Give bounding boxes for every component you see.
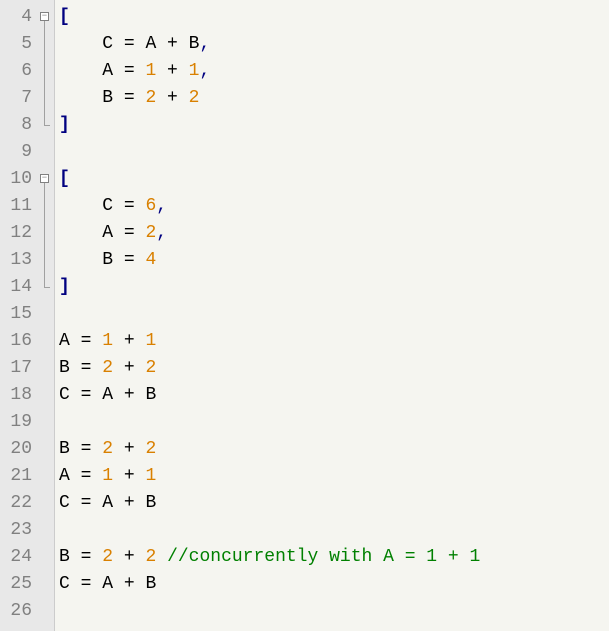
fold-cell <box>38 544 54 571</box>
fold-cell <box>38 112 54 139</box>
line-number: 23 <box>4 517 32 544</box>
fold-cell <box>38 85 54 112</box>
code-area[interactable]: [ C = A + B, A = 1 + 1, B = 2 + 2] [ C =… <box>54 0 609 631</box>
line-number: 10 <box>4 166 32 193</box>
code-line[interactable]: C = A + B <box>59 382 609 409</box>
line-number: 14 <box>4 274 32 301</box>
fold-cell <box>38 463 54 490</box>
line-number: 15 <box>4 301 32 328</box>
fold-cell <box>38 139 54 166</box>
fold-cell <box>38 328 54 355</box>
fold-cell <box>38 436 54 463</box>
line-number: 12 <box>4 220 32 247</box>
line-number: 24 <box>4 544 32 571</box>
line-number: 6 <box>4 58 32 85</box>
line-number: 16 <box>4 328 32 355</box>
code-line[interactable] <box>59 409 609 436</box>
line-number: 19 <box>4 409 32 436</box>
fold-toggle-icon[interactable]: − <box>40 174 49 183</box>
code-line[interactable]: B = 2 + 2 <box>59 355 609 382</box>
line-number: 17 <box>4 355 32 382</box>
fold-cell <box>38 571 54 598</box>
line-number: 26 <box>4 598 32 625</box>
fold-cell <box>38 247 54 274</box>
line-number: 13 <box>4 247 32 274</box>
code-editor: 4567891011121314151617181920212223242526… <box>0 0 609 631</box>
line-number: 9 <box>4 139 32 166</box>
fold-cell: − <box>38 4 54 31</box>
code-line[interactable]: B = 2 + 2 <box>59 436 609 463</box>
fold-cell <box>38 31 54 58</box>
line-number: 18 <box>4 382 32 409</box>
code-line[interactable]: A = 2, <box>59 220 609 247</box>
code-line[interactable] <box>59 598 609 625</box>
code-line[interactable]: A = 1 + 1 <box>59 463 609 490</box>
code-line[interactable]: C = 6, <box>59 193 609 220</box>
line-number: 8 <box>4 112 32 139</box>
line-number: 4 <box>4 4 32 31</box>
code-line[interactable]: C = A + B <box>59 571 609 598</box>
code-line[interactable]: [ <box>59 4 609 31</box>
fold-column: −− <box>38 0 54 631</box>
fold-toggle-icon[interactable]: − <box>40 12 49 21</box>
code-line[interactable]: C = A + B <box>59 490 609 517</box>
fold-cell <box>38 517 54 544</box>
line-number: 20 <box>4 436 32 463</box>
code-line[interactable]: B = 2 + 2 //concurrently with A = 1 + 1 <box>59 544 609 571</box>
line-number: 5 <box>4 31 32 58</box>
code-line[interactable]: ] <box>59 112 609 139</box>
code-line[interactable] <box>59 301 609 328</box>
fold-cell <box>38 598 54 625</box>
code-line[interactable]: B = 2 + 2 <box>59 85 609 112</box>
fold-cell <box>38 193 54 220</box>
fold-cell <box>38 409 54 436</box>
fold-cell <box>38 355 54 382</box>
code-line[interactable]: C = A + B, <box>59 31 609 58</box>
fold-cell <box>38 490 54 517</box>
fold-cell <box>38 58 54 85</box>
code-line[interactable]: A = 1 + 1, <box>59 58 609 85</box>
fold-cell <box>38 382 54 409</box>
fold-cell <box>38 301 54 328</box>
line-number: 21 <box>4 463 32 490</box>
line-number-gutter: 4567891011121314151617181920212223242526 <box>0 0 38 631</box>
code-line[interactable]: B = 4 <box>59 247 609 274</box>
line-number: 7 <box>4 85 32 112</box>
line-number: 11 <box>4 193 32 220</box>
code-line[interactable]: A = 1 + 1 <box>59 328 609 355</box>
code-line[interactable] <box>59 139 609 166</box>
code-line[interactable] <box>59 517 609 544</box>
fold-cell <box>38 274 54 301</box>
code-line[interactable]: [ <box>59 166 609 193</box>
line-number: 22 <box>4 490 32 517</box>
fold-cell: − <box>38 166 54 193</box>
line-number: 25 <box>4 571 32 598</box>
code-line[interactable]: ] <box>59 274 609 301</box>
fold-cell <box>38 220 54 247</box>
